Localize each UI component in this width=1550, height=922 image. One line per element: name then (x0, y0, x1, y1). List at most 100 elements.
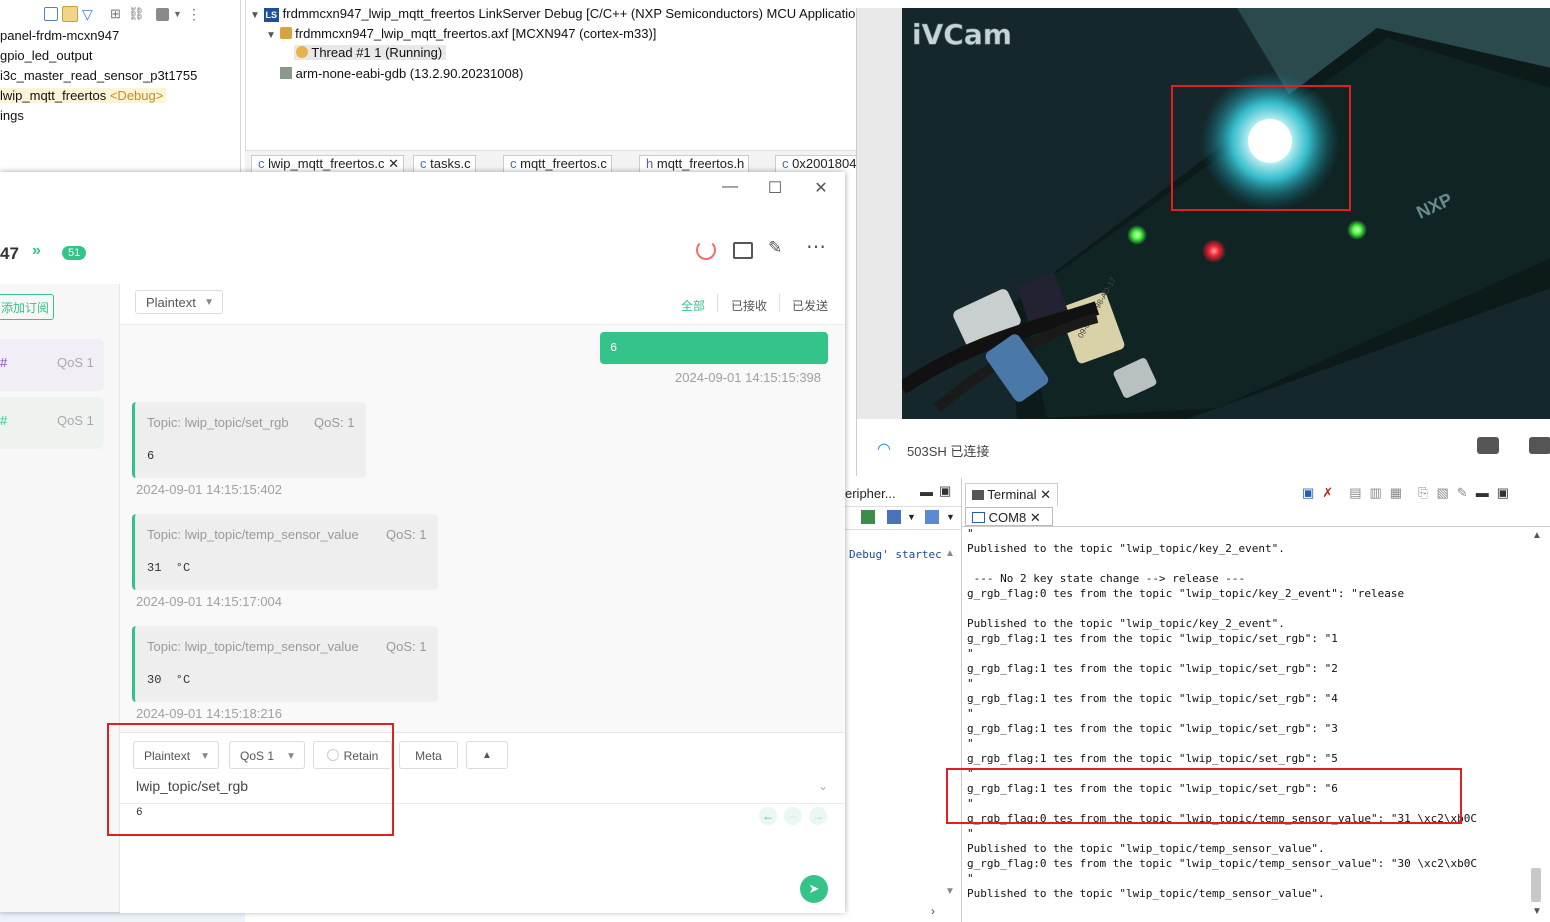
clear-icon[interactable]: ▥ (1370, 485, 1382, 501)
received-message-bubble[interactable]: Topic: lwip_topic/temp_sensor_value QoS:… (132, 626, 438, 702)
debug-view: ▼ LS frdmmcxn947_lwip_mqtt_freertos Link… (245, 0, 858, 150)
debug-thread-row[interactable]: Thread #1 1 (Running) (294, 45, 447, 60)
sent-message-bubble[interactable]: 6 (600, 332, 828, 364)
scroll-right-icon[interactable]: › (931, 904, 935, 918)
new-subscription-button[interactable]: 添加订阅 (0, 294, 54, 320)
thread-icon (296, 46, 308, 58)
minimize-button[interactable]: — (719, 178, 741, 196)
view-menu-icon[interactable]: ▼ (173, 6, 183, 22)
terminal-line: " (967, 872, 974, 885)
terminal-scrollbar-thumb[interactable] (1531, 868, 1541, 902)
scroll-up-icon[interactable]: ▲ (945, 548, 955, 559)
filter-all[interactable]: 全部 (681, 297, 705, 314)
message-topic: Topic: lwip_topic/temp_sensor_value (147, 527, 359, 542)
settings-icon[interactable]: ▤ (1349, 485, 1361, 501)
expand-chevron-icon[interactable]: ▼ (266, 30, 276, 41)
chevron-down-icon[interactable]: ⌄ (818, 779, 828, 793)
message-qos: QoS: 1 (314, 415, 355, 430)
subscription-item[interactable]: # QoS 1 (0, 339, 104, 391)
video-record-icon[interactable] (1529, 437, 1550, 454)
close-icon[interactable]: ✕ (1030, 510, 1041, 525)
new-window-icon[interactable] (733, 242, 753, 259)
filter-received[interactable]: 已接收 (731, 297, 767, 314)
debug-thread-label: Thread #1 1 (Running) (311, 45, 443, 60)
subscription-topic: # (0, 355, 8, 370)
received-message-bubble[interactable]: Topic: lwip_topic/temp_sensor_value QoS:… (132, 514, 438, 590)
c-file-icon: c (420, 156, 427, 171)
maximize-icon[interactable]: ▣ (1497, 485, 1509, 501)
minimize-icon[interactable]: ▬ (920, 484, 933, 499)
display-console-icon[interactable] (887, 510, 901, 524)
mqttx-window: — ☐ ✕ 47 » 51 ✎ ⋯ 添加订阅 # QoS 1 # QoS 1 P… (0, 172, 845, 913)
com-port-label: COM8 (988, 510, 1027, 525)
subscription-item[interactable]: # QoS 1 (0, 397, 104, 449)
filter-sent[interactable]: 已发送 (792, 297, 828, 314)
project-item-active[interactable]: lwip_mqtt_freertos <Debug> (0, 88, 167, 103)
disconnect-icon[interactable] (696, 240, 716, 260)
close-button[interactable]: ✕ (810, 178, 832, 198)
maximize-button[interactable]: ☐ (764, 178, 786, 198)
debug-gdb-row[interactable]: arm-none-eabi-gdb (13.2.90.20231008) (280, 66, 523, 81)
process-icon (279, 27, 292, 39)
wifi-status: 503SH 已连接 (907, 444, 990, 459)
ivcam-watermark: iVCam (912, 18, 1012, 51)
minimize-icon[interactable]: ▬ (1476, 485, 1489, 501)
close-icon[interactable]: ✕ (388, 156, 399, 171)
meta-button[interactable]: Meta (399, 741, 458, 769)
message-payload: 30 °C (147, 673, 191, 687)
terminal-output[interactable]: " Published to the topic "lwip_topic/key_… (967, 526, 1515, 916)
send-icon[interactable]: ➤ (800, 875, 828, 903)
editor-tab-label: 0x2001804 (792, 156, 857, 171)
debug-process-row[interactable]: ▼ frdmmcxn947_lwip_mqtt_freertos.axf [MC… (266, 26, 656, 41)
expand-up-icon[interactable]: ▲ (466, 741, 508, 769)
scroll-up-icon[interactable]: ▲ (1532, 530, 1542, 541)
grid-icon[interactable]: ⊞ (110, 7, 124, 21)
scroll-lock-icon[interactable]: ▦ (1390, 485, 1402, 501)
project-item[interactable]: ings (0, 108, 24, 123)
unread-badge: 51 (62, 246, 87, 260)
filter-icon[interactable]: ▽ (82, 7, 96, 21)
history-back-icon[interactable]: ← (759, 807, 777, 825)
history-clear-icon[interactable]: – (784, 807, 802, 825)
payload-format-select[interactable]: Plaintext ▼ (135, 290, 223, 314)
maximize-icon[interactable]: ▣ (939, 483, 951, 499)
c-file-icon: c (258, 156, 265, 171)
console-pin-icon[interactable] (861, 510, 875, 524)
new-console-icon[interactable] (925, 510, 939, 524)
copy-icon[interactable]: ⎘ (1418, 485, 1428, 501)
connect-icon[interactable]: ▣ (1302, 485, 1314, 501)
com-port-tab[interactable]: COM8 ✕ (965, 507, 1053, 526)
expand-chevron-icon[interactable]: ▼ (250, 10, 260, 21)
more-icon[interactable]: ⋯ (806, 234, 826, 259)
terminal-tab[interactable]: Terminal ✕ (965, 483, 1059, 506)
stop-icon[interactable] (156, 7, 169, 21)
disconnect-icon[interactable]: ✗ (1322, 485, 1333, 501)
project-item[interactable]: gpio_led_output (0, 48, 93, 63)
scroll-down-icon[interactable]: ▼ (945, 886, 955, 897)
collapse-all-icon[interactable] (44, 7, 58, 21)
message-topic: Topic: lwip_topic/set_rgb (147, 415, 289, 430)
terminal-line: g_rgb_flag:1 tes from the topic "lwip_to… (967, 692, 1338, 705)
console-tab[interactable]: eripher... (845, 486, 896, 501)
scroll-down-icon[interactable]: ▼ (1532, 906, 1542, 917)
received-message-bubble[interactable]: Topic: lwip_topic/set_rgb QoS: 1 6 (132, 402, 366, 478)
more-icon[interactable]: ⋮ (187, 6, 201, 22)
project-explorer: ▽ ⊞ ⛓ ▼ ⋮ panel-frdm-mcxn947 gpio_led_ou… (0, 0, 241, 172)
terminal-line: g_rgb_flag:1 tes from the topic "lwip_to… (967, 722, 1338, 735)
history-forward-icon[interactable]: → (809, 807, 827, 825)
link-icon[interactable]: ⛓ (128, 7, 145, 21)
debug-launch-row[interactable]: ▼ LS frdmmcxn947_lwip_mqtt_freertos Link… (250, 6, 855, 22)
edit-icon[interactable]: ✎ (768, 238, 782, 258)
paste-icon[interactable]: ▧ (1437, 485, 1449, 501)
collapse-chevrons-icon[interactable]: » (32, 242, 41, 260)
camera-snapshot-icon[interactable] (1477, 437, 1499, 454)
close-icon[interactable]: ✕ (1040, 487, 1051, 502)
dropdown-icon[interactable]: ▼ (946, 512, 955, 522)
project-item[interactable]: i3c_master_read_sensor_p3t1755 (0, 68, 197, 83)
project-item[interactable]: panel-frdm-mcxn947 (0, 28, 119, 43)
link-editor-icon[interactable] (62, 6, 78, 22)
dropdown-icon[interactable]: ▼ (907, 512, 916, 522)
camera-view: 09-04-48 98-AD-17 NXP iVCam (857, 8, 1550, 419)
pin-icon[interactable]: ✎ (1457, 485, 1468, 501)
